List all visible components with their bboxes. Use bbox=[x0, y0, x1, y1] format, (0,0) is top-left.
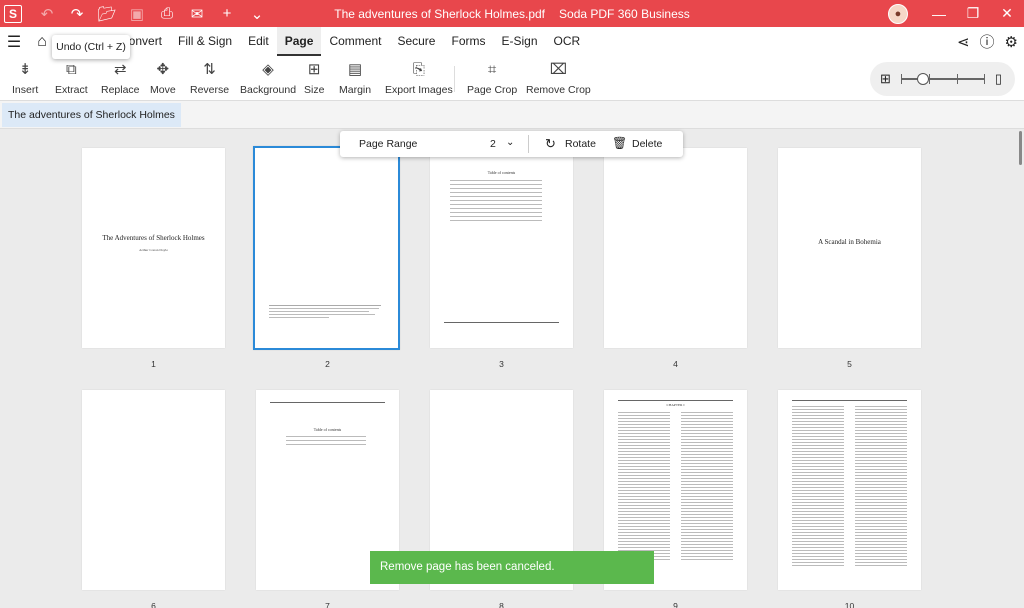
margin-button[interactable]: ▤ Margin bbox=[339, 61, 371, 96]
export-images-icon: ⎘ bbox=[412, 61, 425, 78]
page-number: 3 bbox=[499, 359, 504, 369]
page-thumbnails-area: The Adventures of Sherlock Holmes Arthur… bbox=[0, 129, 1024, 608]
document-title: The adventures of Sherlock Holmes.pdf bbox=[334, 6, 546, 21]
page-number: 8 bbox=[499, 601, 504, 608]
insert-button[interactable]: ⇟ Insert bbox=[12, 61, 38, 96]
document-tab[interactable]: The adventures of Sherlock Holmes bbox=[2, 103, 181, 127]
vertical-scrollbar[interactable] bbox=[1019, 131, 1022, 165]
remove-crop-button[interactable]: ⌧ Remove Crop bbox=[526, 61, 591, 96]
plus-icon[interactable]: + bbox=[214, 5, 240, 22]
document-tab-bar: The adventures of Sherlock Holmes bbox=[0, 101, 1024, 129]
move-button[interactable]: ✥ Move bbox=[150, 61, 176, 96]
crop-icon: ⌗ bbox=[487, 61, 497, 78]
page-number: 7 bbox=[325, 601, 330, 608]
title-bar: S ↶ ↷ 📂︎ ▣ ⎙ ✉ + ⌄ The adventures of She… bbox=[0, 0, 1024, 27]
rotate-button[interactable]: Rotate bbox=[565, 138, 596, 150]
share-icon[interactable]: ⋖ bbox=[957, 33, 970, 51]
open-folder-icon[interactable]: 📂︎ bbox=[94, 5, 120, 23]
menu-secure[interactable]: Secure bbox=[389, 27, 443, 56]
move-icon: ✥ bbox=[156, 61, 170, 78]
single-page-icon[interactable]: ▯ bbox=[995, 71, 1002, 87]
menu-edit[interactable]: Edit bbox=[240, 27, 277, 56]
page-number: 6 bbox=[151, 601, 156, 608]
extract-icon: ⧉ bbox=[65, 61, 77, 78]
insert-icon: ⇟ bbox=[18, 61, 32, 78]
menu-esign[interactable]: E-Sign bbox=[493, 27, 545, 56]
print-icon[interactable]: ⎙ bbox=[154, 5, 180, 22]
menu-ocr[interactable]: OCR bbox=[546, 27, 589, 56]
page-number: 1 bbox=[151, 359, 156, 369]
background-button[interactable]: ◈ Background bbox=[240, 61, 296, 96]
page-thumbnail[interactable] bbox=[778, 390, 921, 590]
export-images-button[interactable]: ⎘ Export Images bbox=[385, 61, 453, 96]
save-icon[interactable]: ▣ bbox=[124, 5, 150, 23]
undo-icon[interactable]: ↶ bbox=[34, 5, 60, 23]
menu-page[interactable]: Page bbox=[276, 27, 322, 56]
chevron-down-icon[interactable]: ⌄ bbox=[244, 5, 270, 23]
replace-button[interactable]: ⇄ Replace bbox=[101, 61, 140, 96]
toolbar-divider bbox=[454, 66, 455, 92]
rotate-icon[interactable]: ↻ bbox=[545, 136, 556, 152]
zoom-slider-handle[interactable] bbox=[916, 73, 929, 85]
size-icon: ⊞ bbox=[307, 61, 321, 78]
delete-button[interactable]: Delete bbox=[632, 138, 662, 150]
avatar[interactable]: ● bbox=[888, 3, 908, 24]
redo-icon[interactable]: ↷ bbox=[64, 5, 90, 23]
size-button[interactable]: ⊞ Size bbox=[304, 61, 324, 96]
app-name: Soda PDF 360 Business bbox=[559, 6, 690, 21]
mail-icon[interactable]: ✉ bbox=[184, 5, 210, 23]
page-toolbar: ⇟ Insert ⧉ Extract ⇄ Replace ✥ Move ⇅ Reverse… bbox=[0, 56, 1024, 101]
page-thumbnail[interactable]: The Adventures of Sherlock Holmes Arthur… bbox=[82, 148, 225, 348]
page-number: 4 bbox=[673, 359, 678, 369]
help-icon[interactable]: ⓘ bbox=[980, 31, 995, 52]
margin-icon: ▤ bbox=[347, 61, 363, 78]
menu-forms[interactable]: Forms bbox=[443, 27, 493, 56]
page-number: 9 bbox=[673, 601, 678, 608]
page-range-select[interactable]: 2 bbox=[490, 138, 496, 150]
chevron-down-icon[interactable]: ⌄ bbox=[506, 137, 514, 148]
minimize-icon[interactable]: — bbox=[922, 6, 956, 22]
page-thumbnail-selected[interactable] bbox=[253, 146, 400, 350]
app-logo-icon[interactable]: S bbox=[4, 4, 22, 23]
menu-bar: ☰ ⌂ Convert Fill & Sign Edit Page Commen… bbox=[0, 27, 1024, 56]
hamburger-menu-icon[interactable]: ☰ bbox=[0, 32, 28, 52]
page-number: 10 bbox=[844, 601, 855, 608]
trash-icon[interactable]: 🗑︎ bbox=[612, 136, 627, 150]
replace-icon: ⇄ bbox=[113, 61, 127, 78]
reverse-button[interactable]: ⇅ Reverse bbox=[190, 61, 229, 96]
page-number: 5 bbox=[847, 359, 852, 369]
toast-notification: Remove page has been canceled. bbox=[370, 551, 654, 584]
paint-bucket-icon: ◈ bbox=[262, 61, 274, 78]
thumbnail-grid-icon[interactable]: ⊞ bbox=[880, 71, 891, 87]
zoom-slider[interactable] bbox=[900, 73, 985, 85]
page-range-label: Page Range bbox=[359, 138, 418, 150]
remove-crop-icon: ⌧ bbox=[549, 61, 568, 78]
page-range-popup: Page Range 2 ⌄ ↻ Rotate 🗑︎ Delete bbox=[340, 131, 683, 157]
settings-gear-icon[interactable]: ⚙ bbox=[1005, 33, 1018, 51]
zoom-control: ⊞ ▯ bbox=[870, 62, 1015, 96]
undo-tooltip: Undo (Ctrl + Z) bbox=[52, 35, 130, 59]
page-number: 2 bbox=[325, 359, 330, 369]
menu-fill-sign[interactable]: Fill & Sign bbox=[170, 27, 240, 56]
page-thumbnail[interactable]: Table of contents bbox=[430, 148, 573, 348]
reverse-icon: ⇅ bbox=[203, 61, 216, 78]
menu-comment[interactable]: Comment bbox=[321, 27, 389, 56]
close-icon[interactable]: ✕ bbox=[990, 5, 1024, 22]
extract-button[interactable]: ⧉ Extract bbox=[55, 61, 88, 96]
page-thumbnail[interactable] bbox=[604, 148, 747, 348]
page-thumbnail[interactable] bbox=[82, 390, 225, 590]
page-crop-button[interactable]: ⌗ Page Crop bbox=[467, 61, 517, 96]
restore-icon[interactable]: ❐ bbox=[956, 5, 990, 22]
page-thumbnail[interactable]: A Scandal in Bohemia bbox=[778, 148, 921, 348]
